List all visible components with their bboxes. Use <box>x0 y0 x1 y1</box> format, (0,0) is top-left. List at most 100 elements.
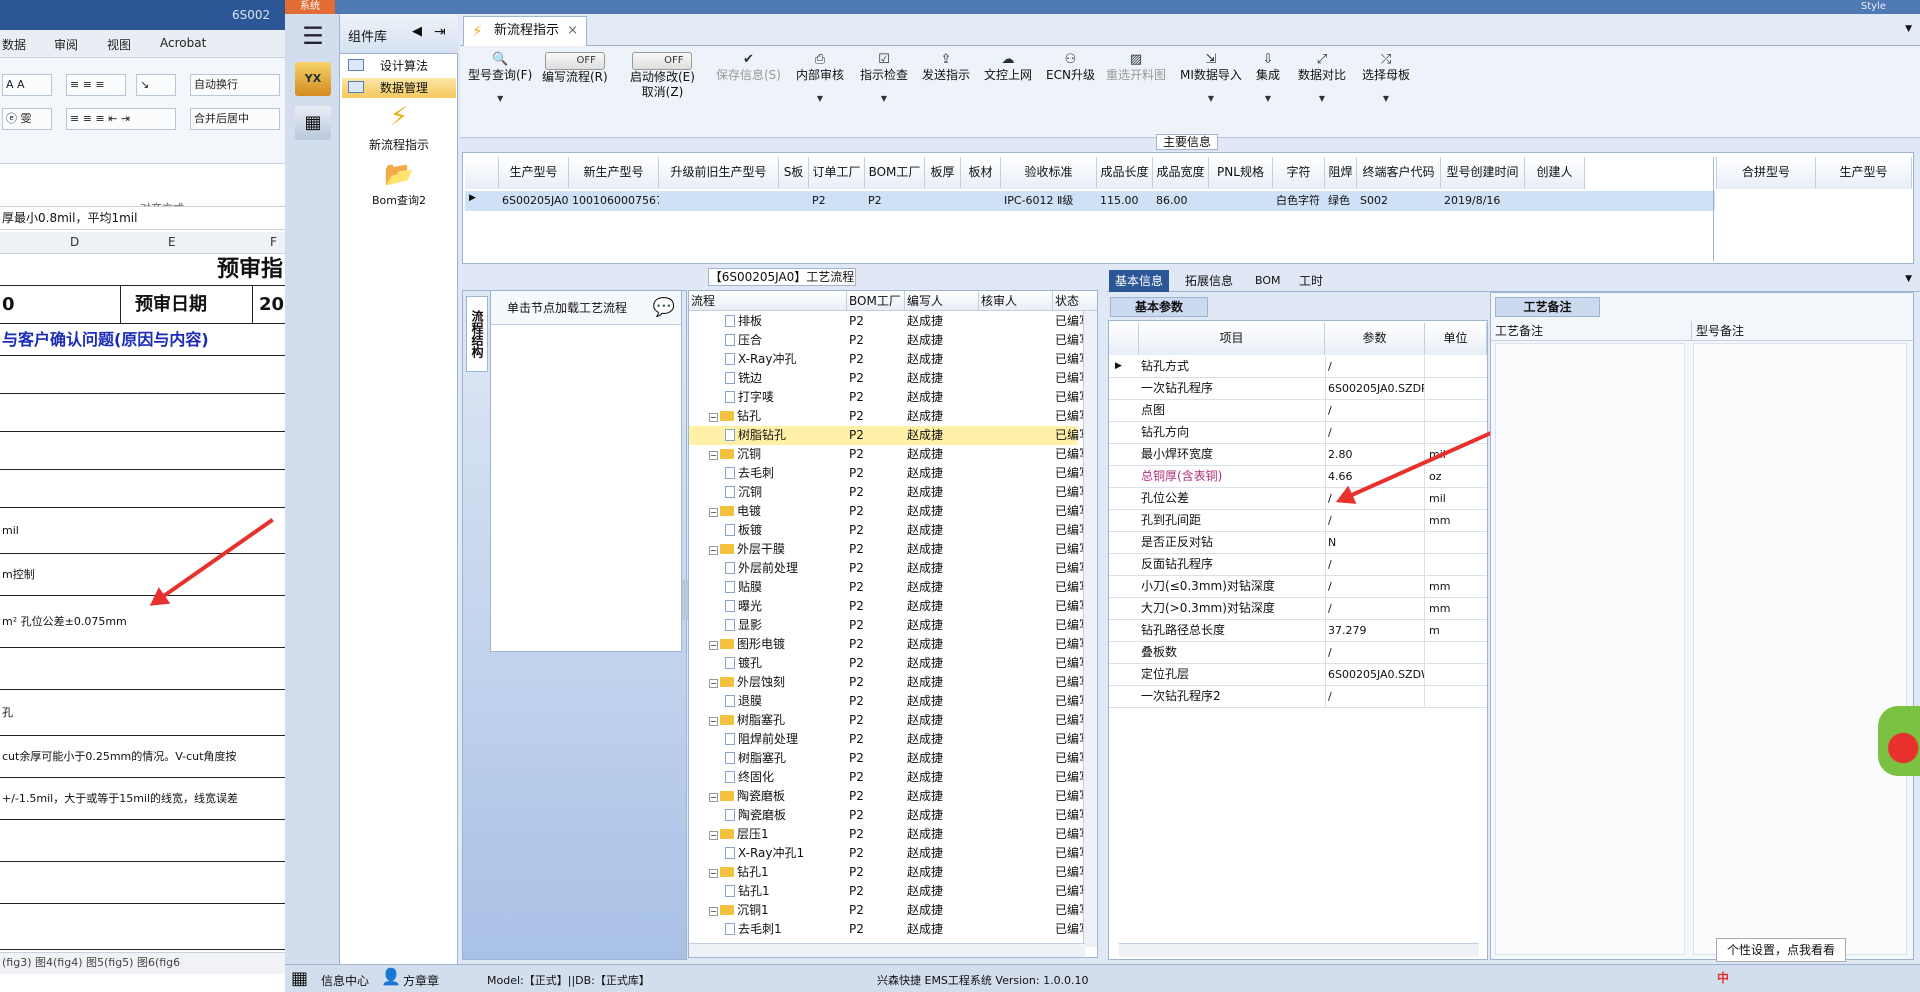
save-info-button[interactable]: ✔ 保存信息(S) <box>716 52 781 83</box>
tab-extended-info[interactable]: 拓展信息 <box>1179 270 1239 292</box>
main-col-header[interactable]: 新生产型号 <box>569 157 659 189</box>
ecn-upgrade-button[interactable]: ⚇ ECN升级 <box>1046 52 1095 83</box>
param-value-input[interactable]: / <box>1325 400 1425 421</box>
collapse-icon[interactable]: − <box>709 717 718 726</box>
tree-vertical-scrollbar[interactable] <box>1083 311 1097 947</box>
main-cell[interactable] <box>659 191 779 211</box>
main-col-header[interactable]: 验收标准 <box>1001 157 1097 189</box>
param-value-input[interactable]: 6S00205JA0.SZDWK <box>1325 664 1425 685</box>
tree-row[interactable]: 压合 P2 赵成捷 已编写 <box>689 331 1091 350</box>
calculator-icon[interactable]: ▦ <box>295 106 331 140</box>
tree-row[interactable]: − 沉铜1 P2 赵成捷 已编写 <box>689 901 1091 920</box>
main-col-header[interactable]: S板 <box>779 157 809 189</box>
main-cell[interactable]: 115.00 <box>1097 191 1153 211</box>
collapse-icon[interactable]: ◀ <box>412 24 422 39</box>
param-row[interactable]: 一次钻孔程序 6S00205JA0.SZDRL <box>1109 378 1487 400</box>
model-query-button[interactable]: 🔍 型号查询(F) ▼ <box>468 52 532 106</box>
tab-new-flow[interactable]: ⚡ 新流程指示 × <box>463 16 587 46</box>
tree-row[interactable]: 显影 P2 赵成捷 已编写 <box>689 616 1091 635</box>
tree-row[interactable]: 陶瓷磨板 P2 赵成捷 已编写 <box>689 806 1091 825</box>
tree-row[interactable]: − 沉铜 P2 赵成捷 已编写 <box>689 445 1091 464</box>
tab-basic-info[interactable]: 基本信息 <box>1109 270 1170 292</box>
menu-icon[interactable]: ☰ <box>295 20 331 54</box>
param-row[interactable]: 总铜厚(含表铜) 4.66 oz <box>1109 466 1487 488</box>
tree-row[interactable]: 去毛刺 P2 赵成捷 已编写 <box>689 464 1091 483</box>
tree-row[interactable]: X-Ray冲孔1 P2 赵成捷 已编写 <box>689 844 1091 863</box>
main-cell[interactable]: 6S00205JA0 <box>499 191 569 211</box>
param-value-input[interactable]: / <box>1325 686 1425 707</box>
main-cell[interactable] <box>779 191 809 211</box>
col-unit[interactable]: 单位 <box>1425 323 1487 355</box>
system-button[interactable]: 系统 <box>285 0 335 14</box>
new-flow-link[interactable]: 新流程指示 <box>340 136 458 153</box>
menu-data[interactable]: 数据 <box>2 36 26 53</box>
main-col-header[interactable]: 生产型号 <box>499 157 569 189</box>
ime-icon[interactable]: 中 <box>1717 969 1729 986</box>
tree-row[interactable]: 打字唛 P2 赵成捷 已编写 <box>689 388 1091 407</box>
collapse-icon[interactable]: − <box>709 413 718 422</box>
lightning-icon[interactable]: ⚡ <box>340 102 458 132</box>
side-production-model-header[interactable]: 生产型号 <box>1816 157 1912 189</box>
collapse-icon[interactable]: − <box>709 869 718 878</box>
param-row[interactable]: 反面钻孔程序 / <box>1109 554 1487 576</box>
merge-center-button[interactable]: 合并后居中 <box>190 108 280 130</box>
tree-horizontal-scrollbar[interactable] <box>689 943 1085 957</box>
main-cell[interactable]: 白色字符 <box>1273 191 1325 211</box>
tree-row[interactable]: − 树脂塞孔 P2 赵成捷 已编写 <box>689 711 1091 730</box>
yx-factory-icon[interactable]: YX <box>295 62 331 96</box>
edit-flow-switch[interactable]: OFF <box>544 52 605 70</box>
col-item[interactable]: 项目 <box>1139 323 1325 355</box>
menu-review[interactable]: 审阅 <box>54 36 78 53</box>
main-col-header[interactable]: 升级前旧生产型号 <box>659 157 779 189</box>
wrap-text-button[interactable]: 自动换行 <box>190 74 280 96</box>
tree-row[interactable]: − 钻孔1 P2 赵成捷 已编写 <box>689 863 1091 882</box>
speed-up-widget-icon[interactable] <box>1878 706 1920 776</box>
param-value-input[interactable]: / <box>1325 510 1425 531</box>
menu-acrobat[interactable]: Acrobat <box>160 36 206 50</box>
collapse-icon[interactable]: − <box>709 508 718 517</box>
main-col-header[interactable]: 创建人 <box>1525 157 1585 189</box>
windows-grid-icon[interactable]: ▦ <box>291 968 308 989</box>
collapse-icon[interactable]: − <box>709 546 718 555</box>
params-horizontal-scrollbar[interactable] <box>1119 943 1479 957</box>
param-value-input[interactable]: 37.279 <box>1325 620 1425 641</box>
close-icon[interactable]: × <box>567 17 578 45</box>
tab-work-hours[interactable]: 工时 <box>1293 270 1329 292</box>
main-cell[interactable]: 10010600075676 <box>569 191 659 211</box>
param-row[interactable]: 是否正反对钻 N <box>1109 532 1487 554</box>
tree-row[interactable]: 板镀 P2 赵成捷 已编写 <box>689 521 1091 540</box>
font-size-buttons[interactable]: A A <box>2 74 52 96</box>
param-row[interactable]: 钻孔方向 / <box>1109 422 1487 444</box>
col-param[interactable]: 参数 <box>1325 323 1425 355</box>
tree-row[interactable]: 去毛刺1 P2 赵成捷 已编写 <box>689 920 1091 939</box>
param-row[interactable]: 定位孔层 6S00205JA0.SZDWK <box>1109 664 1487 686</box>
mi-import-button[interactable]: ⇲ MI数据导入 ▼ <box>1180 52 1242 106</box>
param-row[interactable]: 钻孔路径总长度 37.279 m <box>1109 620 1487 642</box>
main-cell[interactable]: 绿色 <box>1325 191 1357 211</box>
param-value-input[interactable]: 2.80 <box>1325 444 1425 465</box>
doc-upload-button[interactable]: ☁ 文控上网 <box>984 52 1032 83</box>
main-cell[interactable]: S002 <box>1357 191 1441 211</box>
collapse-icon[interactable]: − <box>709 831 718 840</box>
col-author[interactable]: 编写人 <box>905 291 979 311</box>
tree-row[interactable]: 退膜 P2 赵成捷 已编写 <box>689 692 1091 711</box>
tree-row[interactable]: 外层前处理 P2 赵成捷 已编写 <box>689 559 1091 578</box>
param-value-input[interactable]: / <box>1325 598 1425 619</box>
pin-icon[interactable]: ⇥ <box>434 24 446 40</box>
param-row[interactable]: 最小焊环宽度2.80mil <box>1109 444 1487 466</box>
main-cell[interactable]: P2 <box>809 191 865 211</box>
main-cell[interactable]: 86.00 <box>1153 191 1209 211</box>
tree-row[interactable]: 贴膜 P2 赵成捷 已编写 <box>689 578 1091 597</box>
select-master-button[interactable]: ⤮ 选择母板 ▼ <box>1362 52 1410 106</box>
merged-model-header[interactable]: 合拼型号 <box>1716 157 1816 189</box>
main-col-header[interactable]: 成品宽度 <box>1153 157 1209 189</box>
main-col-header[interactable]: 板厚 <box>925 157 961 189</box>
data-compare-button[interactable]: ⤢ 数据对比 ▼ <box>1298 52 1346 106</box>
collapse-icon[interactable]: − <box>709 907 718 916</box>
collapse-icon[interactable]: − <box>709 451 718 460</box>
main-cell[interactable] <box>925 191 961 211</box>
formula-bar[interactable]: 厚最小0.8mil，平均1mil <box>0 206 285 230</box>
main-col-header[interactable]: 板材 <box>961 157 1001 189</box>
collapse-icon[interactable]: − <box>709 793 718 802</box>
tree-row[interactable]: 排板 P2 赵成捷 已编写 <box>689 312 1091 331</box>
